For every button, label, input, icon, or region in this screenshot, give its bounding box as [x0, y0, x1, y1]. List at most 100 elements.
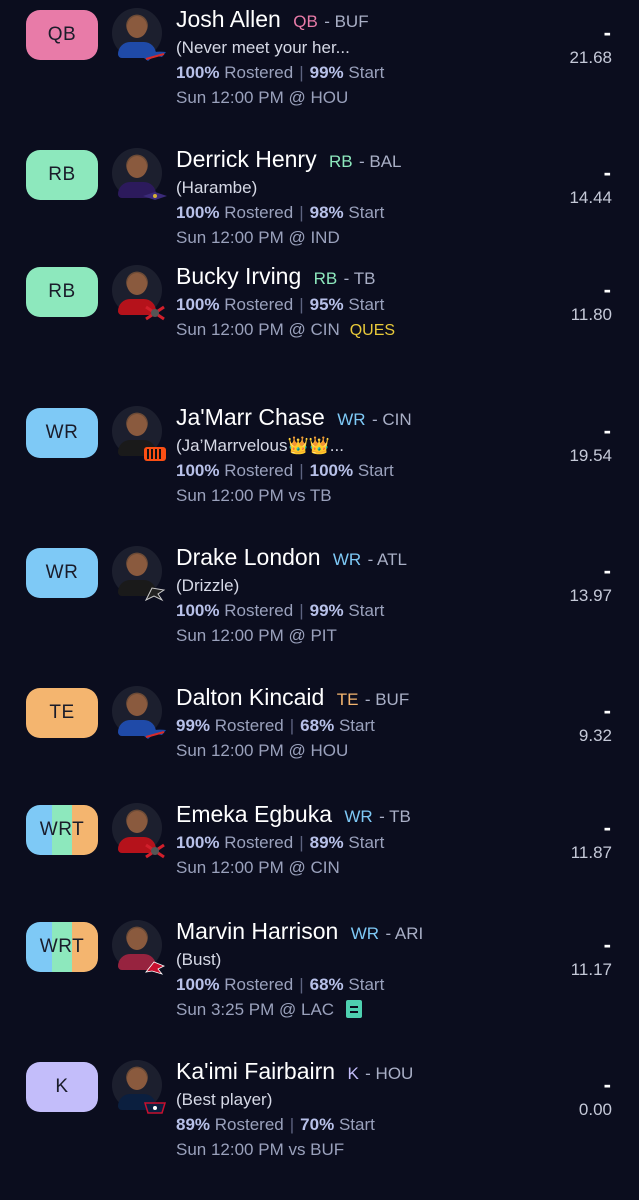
player-avatar[interactable] [112, 546, 166, 602]
player-avatar[interactable] [112, 686, 166, 739]
start-label: Start [348, 601, 385, 620]
player-name-line[interactable]: Bucky Irving RB - TB [176, 263, 375, 290]
position-tag: WR [344, 807, 373, 826]
slot-badge-te[interactable]: TE [26, 688, 98, 738]
player-name-line[interactable]: Derrick Henry RB - BAL [176, 146, 402, 173]
player-avatar[interactable] [112, 406, 166, 461]
position-tag: TE [336, 690, 359, 709]
rostered-label: Rostered [214, 1115, 284, 1134]
player-avatar[interactable] [112, 1060, 167, 1114]
player-row[interactable]: WR Ja'Marr Chase WR - CIN (Ja’Marrvelous👑👑… [0, 404, 639, 524]
team-tag: - BAL [358, 152, 402, 171]
stat-divider: | [299, 461, 304, 480]
player-avatar[interactable] [112, 920, 165, 975]
start-percent: 89% [309, 833, 344, 852]
player-name-line[interactable]: Emeka Egbuka WR - TB [176, 801, 411, 828]
slot-badge-qb[interactable]: QB [26, 10, 98, 60]
position-tag: K [347, 1064, 359, 1083]
team-tag: - BUF [364, 690, 410, 709]
game-info: Sun 12:00 PM @ HOU [176, 88, 348, 108]
player-headshot [127, 928, 147, 950]
ownership-stats: 100% Rostered | 68% Start [176, 975, 384, 995]
player-row[interactable]: TE Dalton Kincaid TE - BUF 99% Rostered | 68… [0, 684, 639, 804]
game-info: Sun 12:00 PM @ CIN [176, 858, 340, 878]
player-name[interactable]: Josh Allen [176, 6, 281, 32]
bengals-logo-icon [142, 446, 168, 462]
player-name-line[interactable]: Ja'Marr Chase WR - CIN [176, 404, 412, 431]
game-time: Sun 3:25 PM @ LAC [176, 1000, 335, 1019]
slot-badge-rb[interactable]: RB [26, 267, 98, 317]
game-time: Sun 12:00 PM @ PIT [176, 626, 337, 645]
player-avatar[interactable] [112, 803, 165, 859]
player-name[interactable]: Bucky Irving [176, 263, 301, 289]
rostered-label: Rostered [224, 461, 294, 480]
slot-badge-wr[interactable]: WR [26, 548, 98, 598]
slot-label: K [55, 1076, 69, 1097]
position-tag: RB [313, 269, 338, 288]
player-row[interactable]: K Ka'imi Fairbairn K - HOU (Best player) 89… [0, 1058, 639, 1178]
player-avatar[interactable] [112, 148, 167, 200]
start-percent: 100% [309, 461, 354, 480]
slot-label: WR [45, 422, 79, 443]
slot-badge-k[interactable]: K [26, 1062, 98, 1112]
news-icon[interactable] [346, 1000, 363, 1018]
projected-points: 0.00 [578, 1100, 612, 1119]
rostered-label: Rostered [224, 975, 294, 994]
player-headshot [127, 554, 147, 576]
start-label: Start [338, 1115, 375, 1134]
player-name[interactable]: Marvin Harrison [176, 918, 338, 944]
player-name-line[interactable]: Dalton Kincaid TE - BUF [176, 684, 409, 711]
player-row[interactable]: WRT Emeka Egbuka WR - TB 100% Rostered | 89%… [0, 801, 639, 921]
player-name-line[interactable]: Josh Allen QB - BUF [176, 6, 369, 33]
rostered-percent: 100% [176, 203, 220, 222]
player-nickname: (Ja’Marrvelous👑👑... [176, 436, 344, 455]
rostered-percent: 100% [176, 833, 220, 852]
player-nickname: (Harambe) [176, 178, 258, 197]
actual-points: - [603, 698, 611, 723]
injury-status-badge[interactable]: QUES [350, 322, 395, 339]
game-time: Sun 12:00 PM vs TB [176, 486, 332, 505]
player-row[interactable]: QB Josh Allen QB - BUF (Never meet your he… [0, 6, 639, 126]
rostered-label: Rostered [224, 833, 294, 852]
player-name[interactable]: Ka'imi Fairbairn [176, 1058, 335, 1084]
game-info: Sun 3:25 PM @ LAC [176, 1000, 363, 1020]
team-tag: - ATL [367, 550, 407, 569]
team-tag: - HOU [365, 1064, 414, 1083]
player-row[interactable]: WRT Marvin Harrison WR - ARI (Bust) 100% Ro… [0, 918, 639, 1038]
start-label: Start [338, 716, 375, 735]
player-name[interactable]: Drake London [176, 544, 321, 570]
buccaneers-logo-icon [142, 843, 168, 859]
player-avatar[interactable] [112, 8, 166, 61]
player-nickname: (Never meet your her... [176, 38, 350, 57]
slot-badge-rb[interactable]: RB [26, 150, 98, 200]
player-row[interactable]: WR Drake London WR - ATL (Drizzle) 100% Ros… [0, 544, 639, 664]
rostered-label: Rostered [224, 295, 294, 314]
player-name-line[interactable]: Ka'imi Fairbairn K - HOU [176, 1058, 413, 1085]
player-row[interactable]: RB Derrick Henry RB - BAL (Harambe) 100% Ro… [0, 146, 639, 266]
stat-divider: | [299, 601, 304, 620]
player-name-line[interactable]: Marvin Harrison WR - ARI [176, 918, 423, 945]
game-info: Sun 12:00 PM @ CIN QUES [176, 320, 395, 340]
position-tag: WR [350, 924, 380, 943]
slot-label: WRT [39, 819, 85, 840]
player-row[interactable]: RB Bucky Irving RB - TB 100% Rostered | 95% … [0, 263, 639, 383]
player-name-line[interactable]: Drake London WR - ATL [176, 544, 407, 571]
stat-divider: | [299, 295, 304, 314]
team-tag: - BUF [324, 12, 369, 31]
actual-points: - [603, 815, 611, 840]
actual-points: - [603, 277, 611, 302]
player-avatar[interactable] [112, 265, 165, 321]
player-headshot [127, 273, 147, 295]
stat-divider: | [289, 716, 295, 735]
stat-divider: | [299, 975, 304, 994]
player-name[interactable]: Dalton Kincaid [176, 684, 324, 710]
game-time: Sun 12:00 PM @ HOU [176, 88, 349, 107]
player-name[interactable]: Ja'Marr Chase [176, 404, 325, 430]
slot-badge-wr[interactable]: WR [26, 408, 98, 458]
slot-badge-wrt[interactable]: WRT [26, 922, 98, 972]
slot-badge-wrt[interactable]: WRT [26, 805, 98, 855]
ownership-stats: 100% Rostered | 89% Start [176, 833, 384, 853]
game-time: Sun 12:00 PM @ CIN [176, 320, 340, 339]
player-name[interactable]: Emeka Egbuka [176, 801, 332, 827]
player-name[interactable]: Derrick Henry [176, 146, 317, 172]
